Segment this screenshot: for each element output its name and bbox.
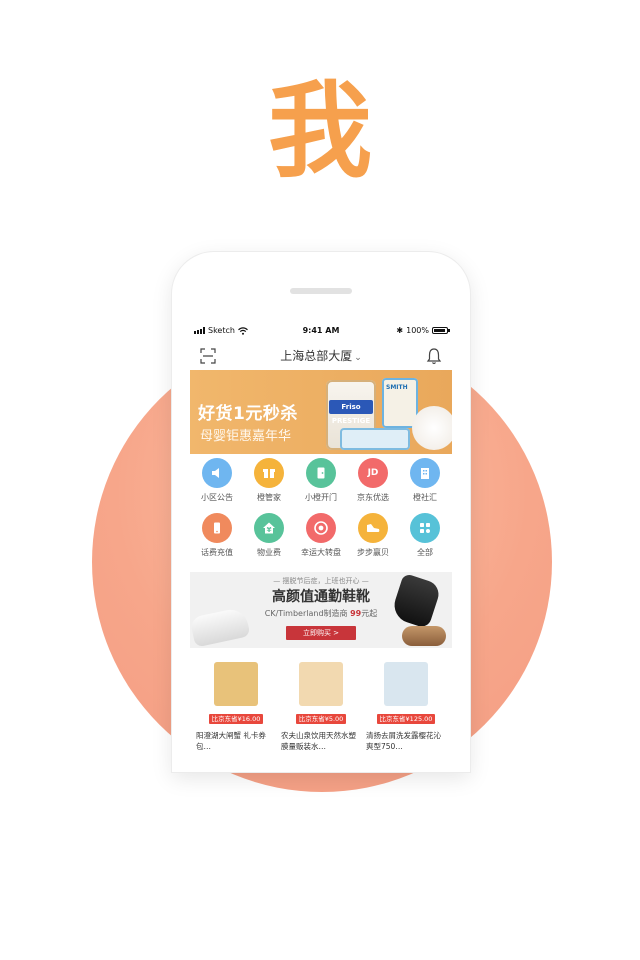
bluetooth-icon: ✱ (396, 326, 404, 335)
product-image (384, 662, 428, 706)
service-label: 步步赢贝 (357, 548, 389, 557)
phone-screen: Sketch 9:41 AM ✱ 100% 上海总部大厦 ⌄ 好货1元秒杀 母婴… (190, 322, 452, 772)
price-tag: 比京东省¥16.00 (208, 714, 264, 724)
service-item-community[interactable]: 橙社汇 (399, 458, 451, 503)
service-label: 橙社汇 (413, 493, 437, 502)
buy-now-button[interactable]: 立即购买 > (286, 626, 356, 640)
product-card[interactable]: 比京东省¥16.00 阳澄湖大闸蟹 礼卡券包… (196, 652, 276, 752)
product-name: 农夫山泉饮用天然水塑膜量贩装水… (281, 731, 356, 751)
flash-sale-banner[interactable]: 好货1元秒杀 母婴钜惠嘉年华 Friso PRESTIGE SMITH (190, 370, 452, 454)
bell-icon[interactable] (426, 347, 442, 365)
banner-headline: 好货1元秒杀 (198, 404, 298, 424)
phone-mockup: Sketch 9:41 AM ✱ 100% 上海总部大厦 ⌄ 好货1元秒杀 母婴… (172, 252, 470, 772)
product-list: 比京东省¥16.00 阳澄湖大闸蟹 礼卡券包… 比京东省¥5.00 农夫山泉饮用… (190, 652, 452, 772)
banner-subline: 母婴钜惠嘉年华 (200, 429, 292, 444)
wipes-pack-image (340, 428, 410, 450)
service-item-door[interactable]: 小橙开门 (295, 458, 347, 503)
service-item-steps[interactable]: 步步赢贝 (347, 513, 399, 558)
shoe-icon (358, 513, 388, 543)
service-label: 小区公告 (201, 493, 233, 502)
speaker-icon (202, 458, 232, 488)
service-item-all[interactable]: 全部 (399, 513, 451, 558)
hero-title: 我 (267, 70, 372, 192)
service-grid: 小区公告 橙管家 小橙开门 JD 京东优选 橙社汇 话费充值 ¥ 物业费 幸运大… (190, 458, 452, 566)
cotton-image (412, 406, 452, 450)
service-label: 小橙开门 (305, 493, 337, 502)
promo-sub-suffix: 元起 (361, 609, 378, 618)
service-item-jd[interactable]: JD 京东优选 (347, 458, 399, 503)
price-tag: 比京东省¥5.00 (295, 714, 347, 724)
service-item-butler[interactable]: 橙管家 (243, 458, 295, 503)
gift-icon (254, 458, 284, 488)
home-yen-icon: ¥ (254, 513, 284, 543)
door-icon (306, 458, 336, 488)
service-item-topup[interactable]: 话费充值 (191, 513, 243, 558)
snack-box-label: SMITH (386, 384, 408, 391)
service-item-lucky-wheel[interactable]: 幸运大转盘 (295, 513, 347, 558)
service-label: 全部 (417, 548, 433, 557)
building-icon (410, 458, 440, 488)
service-item-property-fee[interactable]: ¥ 物业费 (243, 513, 295, 558)
promo-price: 99 (350, 609, 362, 618)
phone-icon (202, 513, 232, 543)
jd-icon: JD (358, 458, 388, 488)
service-item-notice[interactable]: 小区公告 (191, 458, 243, 503)
service-label: 橙管家 (257, 493, 281, 502)
battery-icon (432, 327, 450, 334)
service-label: 幸运大转盘 (301, 548, 341, 557)
phone-speaker (290, 288, 352, 294)
apps-icon (410, 513, 440, 543)
status-bar: Sketch 9:41 AM ✱ 100% (190, 322, 452, 340)
service-label: 话费充值 (201, 548, 233, 557)
chevron-down-icon: ⌄ (354, 353, 362, 363)
service-label: 京东优选 (357, 493, 389, 502)
promo-title: 高颜值通勤鞋靴 (272, 589, 370, 605)
product-name: 清扬去屑洗发露樱花沁爽型750… (366, 731, 441, 751)
wheel-icon (306, 513, 336, 543)
formula-can-label: Friso PRESTIGE (329, 400, 373, 425)
jd-glyph: JD (367, 468, 379, 478)
service-label: 物业费 (257, 548, 281, 557)
location-selector[interactable]: 上海总部大厦 ⌄ (190, 347, 452, 364)
promo-subtitle: CK/Timberland制造商 99元起 (190, 608, 452, 619)
promo-sub-prefix: CK/Timberland制造商 (264, 609, 351, 618)
product-card[interactable]: 比京东省¥125.00 清扬去屑洗发露樱花沁爽型750… (366, 652, 446, 752)
nav-bar: 上海总部大厦 ⌄ (190, 342, 452, 370)
battery-percent: 100% (406, 326, 429, 335)
product-image (299, 662, 343, 706)
location-title: 上海总部大厦 (280, 349, 353, 363)
loafer-image (402, 626, 446, 646)
product-name: 阳澄湖大闸蟹 礼卡券包… (196, 731, 266, 751)
product-image (214, 662, 258, 706)
yen-glyph: ¥ (266, 525, 272, 534)
shoes-promo-banner[interactable]: — 摆脱节后症，上班也开心 — 高颜值通勤鞋靴 CK/Timberland制造商… (190, 572, 452, 648)
price-tag: 比京东省¥125.00 (376, 714, 436, 724)
product-card[interactable]: 比京东省¥5.00 农夫山泉饮用天然水塑膜量贩装水… (281, 652, 361, 752)
promo-tagline: — 摆脱节后症，上班也开心 — (273, 577, 369, 585)
